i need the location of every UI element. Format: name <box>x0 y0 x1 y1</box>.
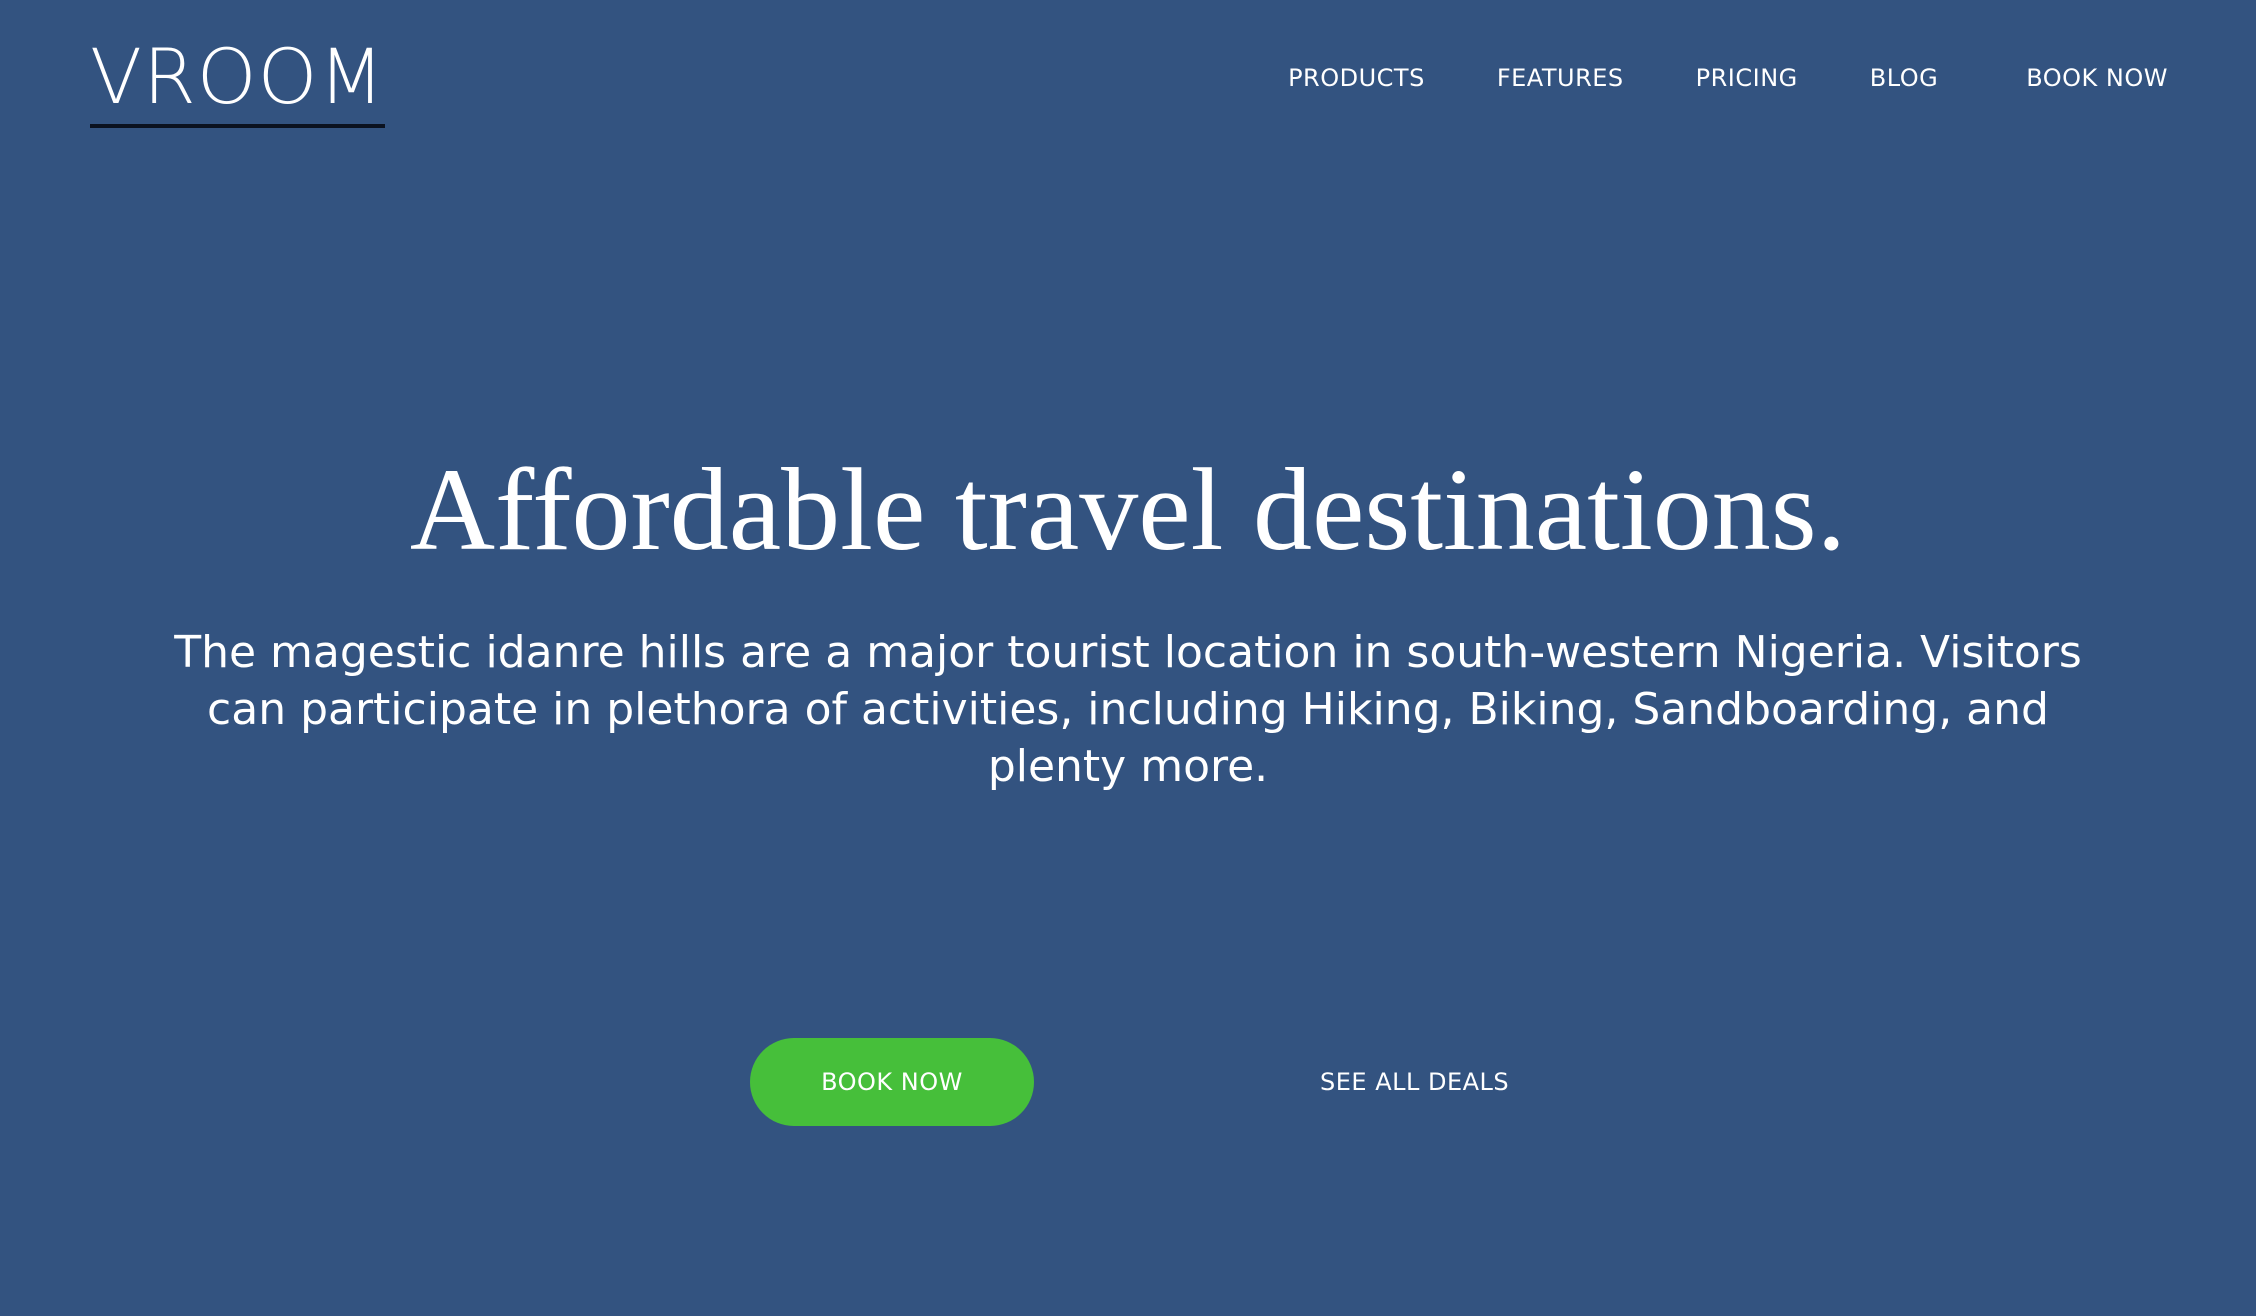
landing-page: VROOM PRODUCTS FEATURES PRICING BLOG BOO… <box>0 0 2256 1316</box>
site-header: VROOM PRODUCTS FEATURES PRICING BLOG BOO… <box>0 0 2256 140</box>
nav-link-book-now[interactable]: BOOK NOW <box>2026 60 2168 96</box>
nav-link-blog[interactable]: BLOG <box>1870 60 1938 96</box>
nav-link-features[interactable]: FEATURES <box>1497 60 1624 96</box>
book-now-button[interactable]: BOOK NOW <box>750 1038 1034 1126</box>
nav-link-products[interactable]: PRODUCTS <box>1288 60 1425 96</box>
hero-description: The magestic idanre hills are a major to… <box>174 627 2082 792</box>
main-nav: PRODUCTS FEATURES PRICING BLOG BOOK NOW <box>1288 60 2168 96</box>
hero-title: Affordable travel destinations. <box>409 444 1847 575</box>
logo-link[interactable]: VROOM <box>90 32 386 128</box>
see-all-deals-link[interactable]: SEE ALL DEALS <box>1320 1062 1509 1102</box>
nav-link-pricing[interactable]: PRICING <box>1696 60 1798 96</box>
